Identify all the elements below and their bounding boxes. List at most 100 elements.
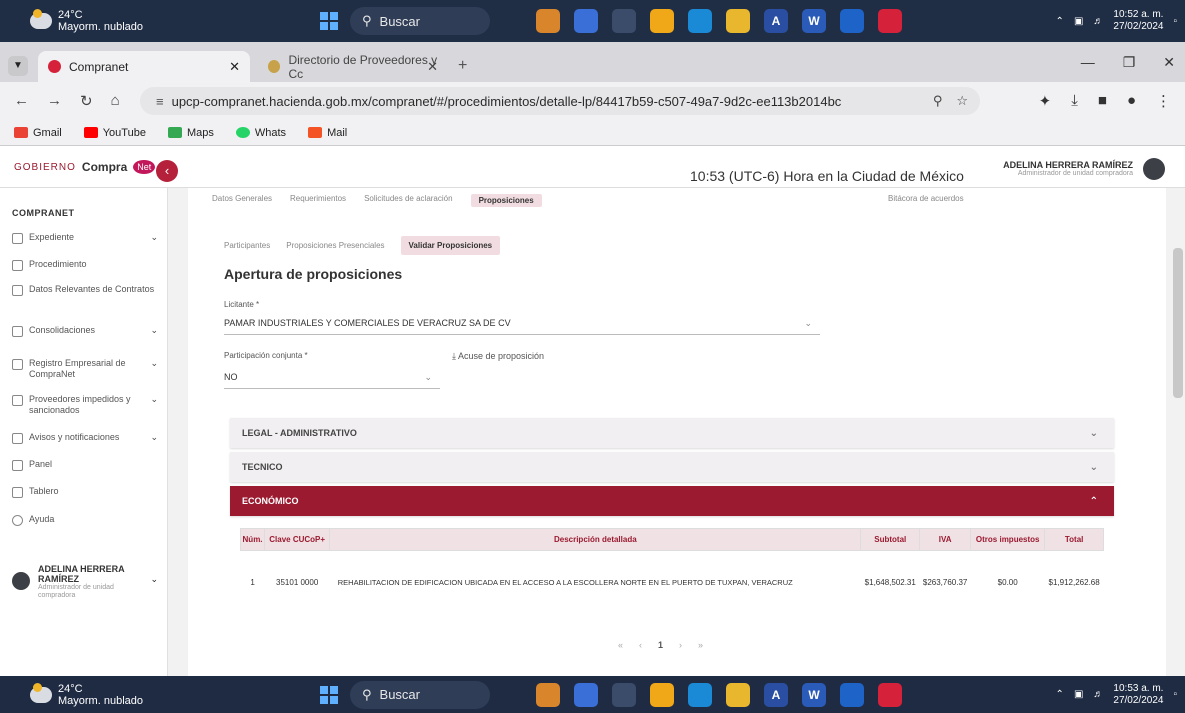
cell-otros: $0.00 bbox=[997, 578, 1018, 588]
app-acrobat-icon[interactable]: A bbox=[764, 9, 788, 33]
close-tab-icon[interactable]: ✕ bbox=[427, 59, 438, 75]
sidebar-item-avisos[interactable]: Avisos y notificaciones ⌄ bbox=[12, 432, 158, 444]
volume-icon[interactable]: ♬ bbox=[1093, 689, 1103, 700]
site-info-icon[interactable]: ≡ bbox=[156, 94, 164, 109]
app-explorer-icon[interactable] bbox=[726, 9, 750, 33]
app-vlc-icon[interactable] bbox=[536, 9, 560, 33]
chevron-up-icon[interactable]: ⌃ bbox=[1056, 16, 1064, 27]
page-scrollbar[interactable] bbox=[1173, 248, 1183, 398]
tab-directorio[interactable]: Directorio de Proveedores y Cc ✕ bbox=[258, 51, 448, 82]
acuse-link[interactable]: ⤓ Acuse de proposición bbox=[452, 351, 544, 362]
pager-prev[interactable]: ‹ bbox=[639, 640, 642, 650]
app-chrome-icon[interactable] bbox=[650, 9, 674, 33]
tab-participantes[interactable]: Participantes bbox=[224, 241, 270, 250]
sidebar-user[interactable]: ADELINA HERRERA RAMÍREZ Administrador de … bbox=[12, 564, 158, 600]
zoom-icon[interactable]: ⚲ bbox=[933, 93, 943, 109]
clock[interactable]: 10:52 a. m. 27/02/2024 bbox=[1113, 9, 1163, 33]
app-edge-icon[interactable] bbox=[688, 9, 712, 33]
profile-icon[interactable]: ● bbox=[1127, 92, 1136, 110]
network-icon[interactable]: ▣ bbox=[1074, 689, 1083, 700]
app-acrobat-icon[interactable]: A bbox=[764, 682, 788, 707]
restore-icon[interactable]: ❐ bbox=[1123, 54, 1136, 71]
app-word-icon[interactable]: W bbox=[802, 682, 826, 707]
app-adobe-icon[interactable] bbox=[878, 682, 902, 707]
notification-icon[interactable]: ▫ bbox=[1173, 689, 1177, 700]
clock[interactable]: 10:53 a. m. 27/02/2024 bbox=[1113, 683, 1163, 707]
menu-icon[interactable]: ⋮ bbox=[1156, 92, 1171, 110]
taskbar-search[interactable]: ⚲ Buscar bbox=[350, 680, 490, 709]
pager-first[interactable]: « bbox=[618, 640, 623, 650]
sidebar-item-procedimiento[interactable]: Procedimiento bbox=[12, 259, 158, 271]
app-edge-icon[interactable] bbox=[688, 682, 712, 707]
sidepanel-icon[interactable]: ■ bbox=[1098, 92, 1107, 110]
app-tasks-icon[interactable] bbox=[574, 9, 598, 33]
bookmark-whats[interactable]: Whats bbox=[235, 127, 286, 139]
chevron-up-icon[interactable]: ⌃ bbox=[1056, 689, 1064, 700]
weather-widget[interactable]: 24°C Mayorm. nublado bbox=[0, 9, 200, 33]
close-tab-icon[interactable]: ✕ bbox=[229, 59, 240, 75]
bookmark-mail[interactable]: Mail bbox=[308, 127, 347, 139]
weather-temp: 24°C bbox=[58, 9, 83, 21]
sidebar-item-consolidaciones[interactable]: Consolidaciones ⌄ bbox=[12, 325, 158, 337]
extensions-icon[interactable]: ✦ bbox=[1039, 92, 1052, 110]
header-user[interactable]: ADELINA HERRERA RAMÍREZ Administrador de… bbox=[1003, 160, 1133, 177]
section-legal[interactable]: LEGAL - ADMINISTRATIVO ⌄ bbox=[230, 418, 1114, 448]
app-adobe-icon[interactable] bbox=[878, 9, 902, 33]
tab-requerimientos[interactable]: Requerimientos bbox=[290, 194, 346, 207]
sidebar-item-tablero[interactable]: Tablero bbox=[12, 486, 158, 498]
tab-bitacora[interactable]: Bitácora de acuerdos bbox=[888, 194, 964, 203]
collapse-sidebar-button[interactable]: ‹ bbox=[156, 160, 178, 182]
close-window-icon[interactable]: ✕ bbox=[1163, 54, 1175, 71]
back-icon[interactable]: ← bbox=[14, 92, 29, 110]
pager-page[interactable]: 1 bbox=[658, 640, 663, 650]
pager-last[interactable]: » bbox=[698, 640, 703, 650]
tab-search-button[interactable]: ▼ bbox=[8, 56, 28, 76]
notification-icon[interactable]: ▫ bbox=[1173, 16, 1177, 27]
licitante-select[interactable]: PAMAR INDUSTRIALES Y COMERCIALES DE VERA… bbox=[224, 318, 820, 335]
sidebar-item-proveedores[interactable]: Proveedores impedidos y sancionados ⌄ bbox=[12, 394, 158, 416]
bookmark-youtube[interactable]: YouTube bbox=[83, 127, 146, 139]
section-tecnico[interactable]: TECNICO ⌄ bbox=[230, 452, 1114, 482]
app-chrome-icon[interactable] bbox=[650, 682, 674, 707]
app-tasks-icon[interactable] bbox=[574, 682, 598, 707]
network-icon[interactable]: ▣ bbox=[1074, 16, 1083, 27]
app-webcam-icon[interactable] bbox=[612, 682, 636, 707]
app-security-icon[interactable] bbox=[840, 9, 864, 33]
minimize-icon[interactable]: — bbox=[1081, 54, 1095, 71]
tab-proposiciones-presenciales[interactable]: Proposiciones Presenciales bbox=[286, 241, 384, 250]
tab-solicitudes[interactable]: Solicitudes de aclaración bbox=[364, 194, 453, 207]
windows-start-icon[interactable] bbox=[320, 12, 338, 30]
download-icon[interactable]: ⤓ bbox=[1071, 92, 1078, 110]
sidebar-item-datos-relevantes[interactable]: Datos Relevantes de Contratos bbox=[12, 284, 158, 296]
new-tab-icon[interactable]: + bbox=[458, 57, 467, 75]
conjunta-select[interactable]: NO ⌄ bbox=[224, 372, 440, 389]
section-economico[interactable]: ECONÓMICO ⌃ bbox=[230, 486, 1114, 516]
home-icon[interactable]: ⌂ bbox=[111, 92, 120, 110]
forward-icon[interactable]: → bbox=[47, 92, 62, 110]
reload-icon[interactable]: ↻ bbox=[80, 92, 93, 110]
app-vlc-icon[interactable] bbox=[536, 682, 560, 707]
volume-icon[interactable]: ♬ bbox=[1093, 16, 1103, 27]
tab-datos-generales[interactable]: Datos Generales bbox=[212, 194, 272, 207]
app-webcam-icon[interactable] bbox=[612, 9, 636, 33]
sidebar-item-ayuda[interactable]: Ayuda bbox=[12, 514, 158, 526]
tab-compranet[interactable]: Compranet ✕ bbox=[38, 51, 250, 82]
sidebar-item-registro[interactable]: Registro Empresarial de CompraNet ⌄ bbox=[12, 358, 158, 380]
tab-proposiciones[interactable]: Proposiciones bbox=[470, 194, 542, 207]
app-security-icon[interactable] bbox=[840, 682, 864, 707]
app-explorer-icon[interactable] bbox=[726, 682, 750, 707]
avatar[interactable] bbox=[1143, 158, 1165, 180]
address-bar[interactable]: ≡ upcp-compranet.hacienda.gob.mx/compran… bbox=[140, 87, 980, 115]
compranet-logo[interactable]: GOBIERNO Compra Net bbox=[14, 160, 156, 174]
tab-validar-proposiciones[interactable]: Validar Proposiciones bbox=[400, 236, 501, 255]
weather-widget[interactable]: 24°C Mayorm. nublado bbox=[0, 682, 200, 707]
pager-next[interactable]: › bbox=[679, 640, 682, 650]
sidebar-item-expediente[interactable]: Expediente ⌄ bbox=[12, 232, 158, 244]
bookmark-star-icon[interactable]: ☆ bbox=[956, 93, 968, 109]
windows-start-icon[interactable] bbox=[320, 685, 338, 704]
bookmark-gmail[interactable]: Gmail bbox=[14, 127, 62, 139]
bookmark-maps[interactable]: Maps bbox=[167, 127, 214, 139]
taskbar-search[interactable]: ⚲ Buscar bbox=[350, 7, 490, 35]
app-word-icon[interactable]: W bbox=[802, 9, 826, 33]
sidebar-item-panel[interactable]: Panel bbox=[12, 459, 158, 471]
